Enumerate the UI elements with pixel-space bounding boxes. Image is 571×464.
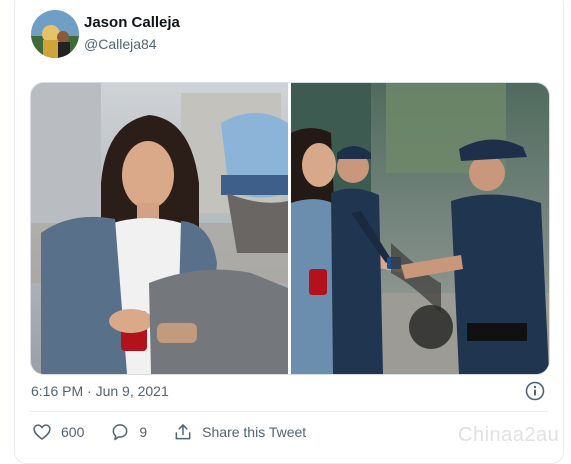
author-handle[interactable]: @Calleja84 [84, 36, 157, 52]
action-divider [30, 411, 548, 412]
like-count: 600 [61, 424, 85, 440]
reply-button[interactable]: 9 [110, 422, 147, 442]
comment-icon [110, 422, 130, 442]
woman-handing-can-to-police-photo [291, 83, 549, 374]
media-photo-right[interactable] [291, 83, 549, 374]
share-label: Share this Tweet [202, 424, 307, 440]
like-button[interactable]: 600 [32, 422, 84, 442]
watermark-text: Chinaa2au [458, 424, 560, 446]
reply-count: 9 [139, 424, 148, 440]
heart-icon [32, 422, 52, 442]
media-photo-left[interactable] [31, 83, 288, 374]
share-button[interactable]: Share this Tweet [173, 422, 306, 442]
tweet-timestamp[interactable]: 6:16 PM · Jun 9, 2021 [31, 383, 169, 399]
tweet-actions: 600 9 Share this Tweet [32, 420, 306, 444]
info-icon[interactable] [524, 380, 546, 402]
tweet-media[interactable] [30, 82, 550, 375]
user-avatar-image [31, 10, 79, 58]
author-display-name[interactable]: Jason Calleja [84, 14, 180, 31]
woman-handing-can-photo [31, 83, 288, 374]
share-icon [173, 422, 193, 442]
author-avatar[interactable] [31, 10, 79, 58]
